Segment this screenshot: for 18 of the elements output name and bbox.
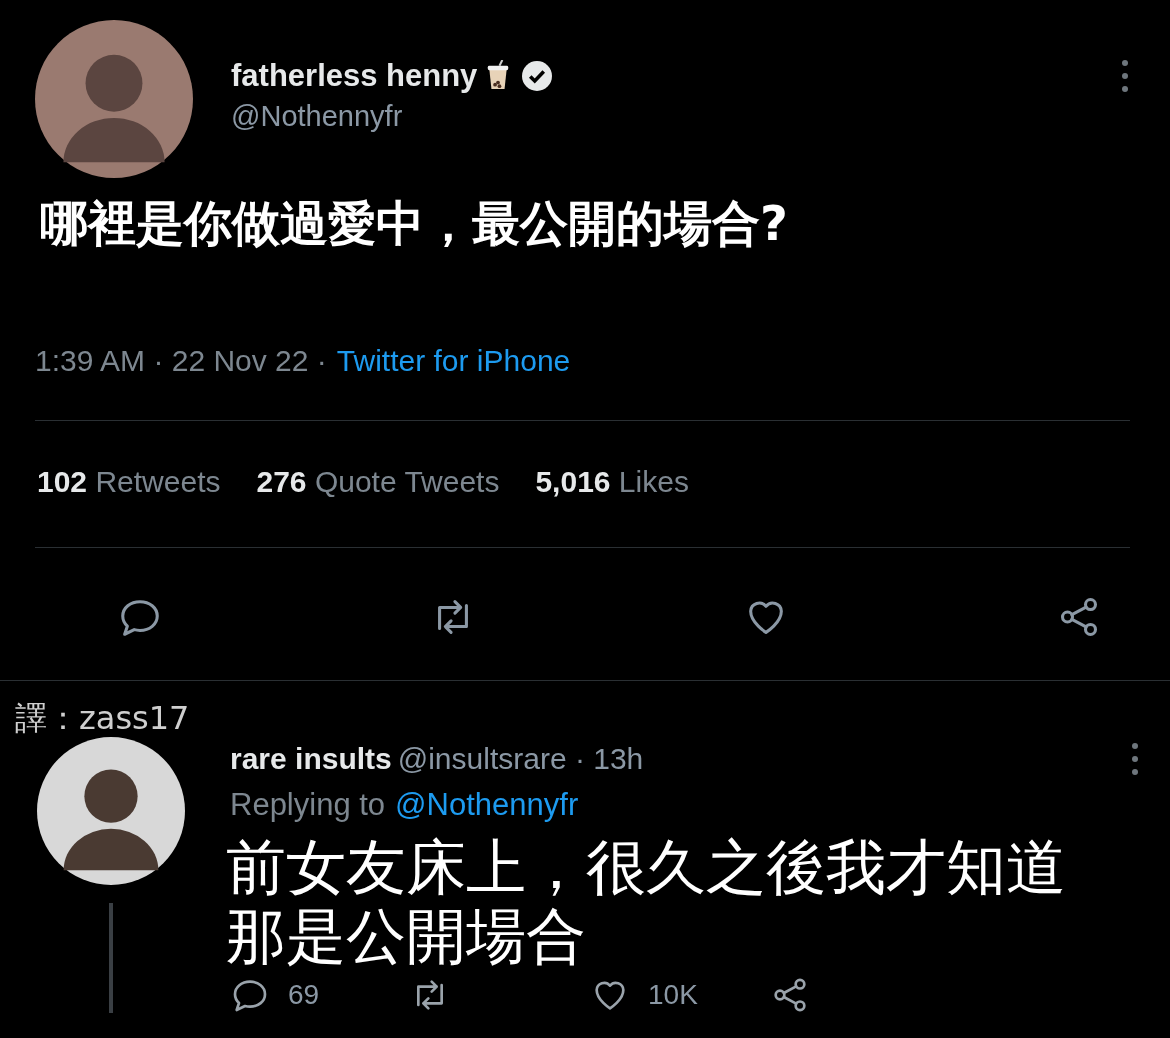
- timestamp: 1:39 AM · 22 Nov 22 ·: [35, 344, 327, 378]
- author-handle: @Nothennyfr: [231, 100, 404, 133]
- stat-count[interactable]: 102 Retweets: [37, 465, 221, 499]
- author-meta: @insultsrare · 13h: [397, 742, 644, 776]
- mention-link[interactable]: @Nothennyfr: [395, 787, 579, 823]
- action-count: 69: [288, 979, 320, 1011]
- reply-text: 前女友床上，很久之後我才知道那是公開場合: [226, 833, 1067, 971]
- replying-label: Replying to: [230, 787, 386, 823]
- source-link[interactable]: Twitter for iPhone: [336, 344, 571, 378]
- author-name: fatherless henny: [231, 58, 478, 94]
- action-count: 10K: [648, 979, 698, 1011]
- tweet-text: 哪裡是你做過愛中，最公開的場合?: [40, 194, 789, 253]
- stat-count[interactable]: 5,016 Likes: [535, 465, 689, 499]
- more-icon[interactable]: [1120, 58, 1130, 94]
- more-icon[interactable]: [1130, 741, 1140, 777]
- author-name: rare insults: [230, 742, 392, 776]
- stat-count[interactable]: 276 Quote Tweets: [256, 465, 500, 499]
- translator-credit: 譯：zass17: [15, 698, 191, 739]
